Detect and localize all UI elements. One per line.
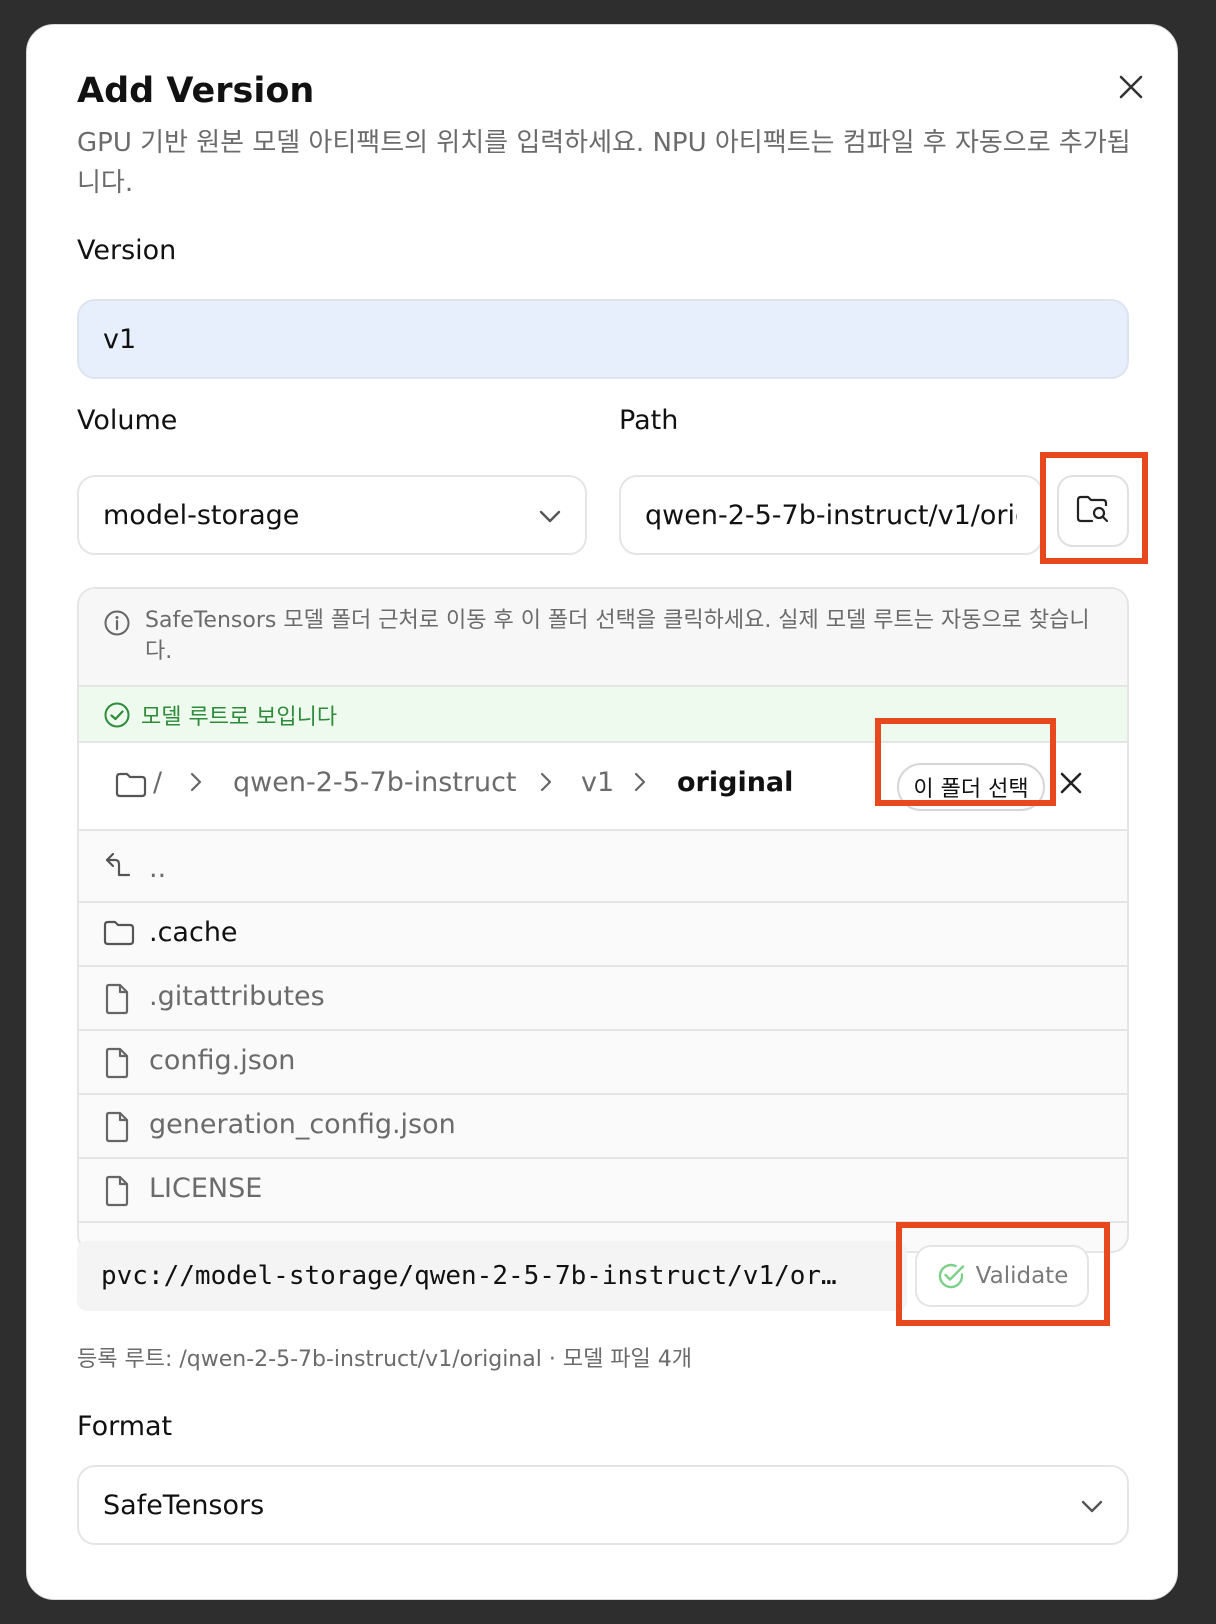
list-item[interactable]: .gitattributes — [79, 967, 1127, 1031]
list-item[interactable]: .cache — [79, 903, 1127, 967]
list-item[interactable]: generation_config.json — [79, 1095, 1127, 1159]
list-item-name: LICENSE — [149, 1173, 263, 1204]
breadcrumb-segment[interactable]: qwen-2-5-7b-instruct — [233, 767, 517, 798]
format-value: SafeTensors — [103, 1489, 265, 1521]
browse-highlight — [1040, 452, 1148, 564]
file-icon — [103, 1175, 131, 1211]
dialog-title: Add Version — [77, 71, 315, 111]
registration-note: 등록 루트: /qwen-2-5-7b-instruct/v1/original… — [77, 1347, 693, 1372]
parent-dir-label: .. — [149, 853, 167, 884]
close-icon[interactable] — [1059, 771, 1083, 799]
resolved-uri-text: pvc://model-storage/qwen-2-5-7b-instruct… — [101, 1261, 837, 1291]
list-item[interactable]: config.json — [79, 1031, 1127, 1095]
format-select[interactable]: SafeTensors — [77, 1465, 1129, 1545]
version-label: Version — [77, 235, 177, 266]
add-version-dialog: Add Version GPU 기반 원본 모델 아티팩트의 위치를 입력하세요… — [26, 24, 1178, 1600]
browser-info: SafeTensors 모델 폴더 근처로 이동 후 이 폴더 선택을 클릭하세… — [79, 589, 1127, 687]
path-label: Path — [619, 405, 679, 436]
path-value: qwen-2-5-7b-instruct/v1/original — [645, 499, 1017, 531]
chevron-right-icon — [539, 771, 553, 797]
check-circle-icon — [103, 701, 131, 733]
validate-highlight — [896, 1222, 1110, 1326]
file-icon — [103, 983, 131, 1019]
corner-left-up-icon — [103, 851, 131, 883]
list-item-name: .gitattributes — [149, 981, 325, 1012]
chevron-right-icon — [633, 771, 647, 797]
file-icon — [103, 1047, 131, 1083]
folder-browser: SafeTensors 모델 폴더 근처로 이동 후 이 폴더 선택을 클릭하세… — [77, 587, 1129, 1253]
path-input[interactable]: qwen-2-5-7b-instruct/v1/original — [619, 475, 1043, 555]
file-icon — [103, 1111, 131, 1147]
breadcrumb-segment[interactable]: v1 — [581, 767, 614, 798]
select-folder-highlight — [875, 718, 1056, 806]
version-value: v1 — [103, 323, 137, 355]
list-item-name: generation_config.json — [149, 1109, 456, 1140]
list-item-name: config.json — [149, 1045, 296, 1076]
browser-status-text: 모델 루트로 보입니다 — [141, 705, 338, 730]
breadcrumb-current: original — [677, 767, 794, 798]
format-label: Format — [77, 1411, 173, 1442]
chevron-right-icon — [189, 771, 203, 797]
folder-icon — [103, 919, 135, 951]
dialog-description: GPU 기반 원본 모델 아티팩트의 위치를 입력하세요. NPU 아티팩트는 … — [77, 128, 1131, 198]
volume-label: Volume — [77, 405, 178, 436]
resolved-uri: pvc://model-storage/qwen-2-5-7b-instruct… — [77, 1241, 907, 1311]
parent-dir-row[interactable]: .. — [79, 831, 1127, 903]
chevron-down-icon — [539, 500, 561, 531]
list-item-name: .cache — [149, 917, 238, 948]
breadcrumb-root[interactable]: / — [153, 767, 162, 798]
info-icon — [103, 609, 131, 641]
version-input[interactable]: v1 — [77, 299, 1129, 379]
browser-info-text: SafeTensors 모델 폴더 근처로 이동 후 이 폴더 선택을 클릭하세… — [145, 608, 1090, 664]
folder-icon — [115, 771, 147, 803]
close-icon[interactable] — [1111, 67, 1151, 107]
volume-value: model-storage — [103, 499, 300, 531]
volume-select[interactable]: model-storage — [77, 475, 587, 555]
chevron-down-icon — [1081, 1490, 1103, 1521]
list-item[interactable]: LICENSE — [79, 1159, 1127, 1223]
